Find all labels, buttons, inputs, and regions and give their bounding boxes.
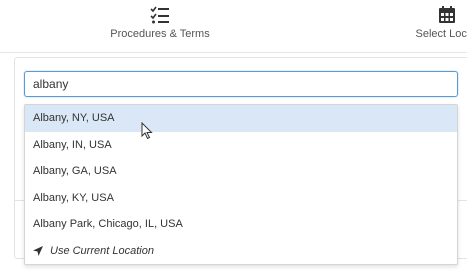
step-procedures-label: Procedures & Terms (110, 28, 210, 40)
step-procedures-terms[interactable]: Procedures & Terms (100, 4, 220, 40)
use-current-location-option[interactable]: Use Current Location (25, 238, 457, 265)
location-search-input[interactable] (24, 71, 458, 97)
checklist-icon (148, 4, 172, 26)
step-location-label: Select Locati (415, 28, 467, 40)
calendar-icon (435, 4, 459, 26)
page: Procedures & Terms Select Locati (0, 0, 467, 271)
autocomplete-option[interactable]: Albany Park, Chicago, IL, USA (25, 211, 457, 238)
use-current-location-label: Use Current Location (50, 244, 154, 257)
autocomplete-dropdown: Albany, NY, USA Albany, IN, USA Albany, … (24, 104, 458, 265)
autocomplete-option[interactable]: Albany, GA, USA (25, 158, 457, 185)
step-header: Procedures & Terms Select Locati (0, 0, 467, 53)
autocomplete-option[interactable]: Albany, NY, USA (25, 105, 457, 132)
autocomplete-option[interactable]: Albany, KY, USA (25, 185, 457, 212)
step-select-location[interactable]: Select Locati (392, 4, 467, 40)
navigation-arrow-icon (33, 245, 45, 257)
mouse-pointer-icon (141, 121, 153, 140)
autocomplete-option[interactable]: Albany, IN, USA (25, 132, 457, 159)
